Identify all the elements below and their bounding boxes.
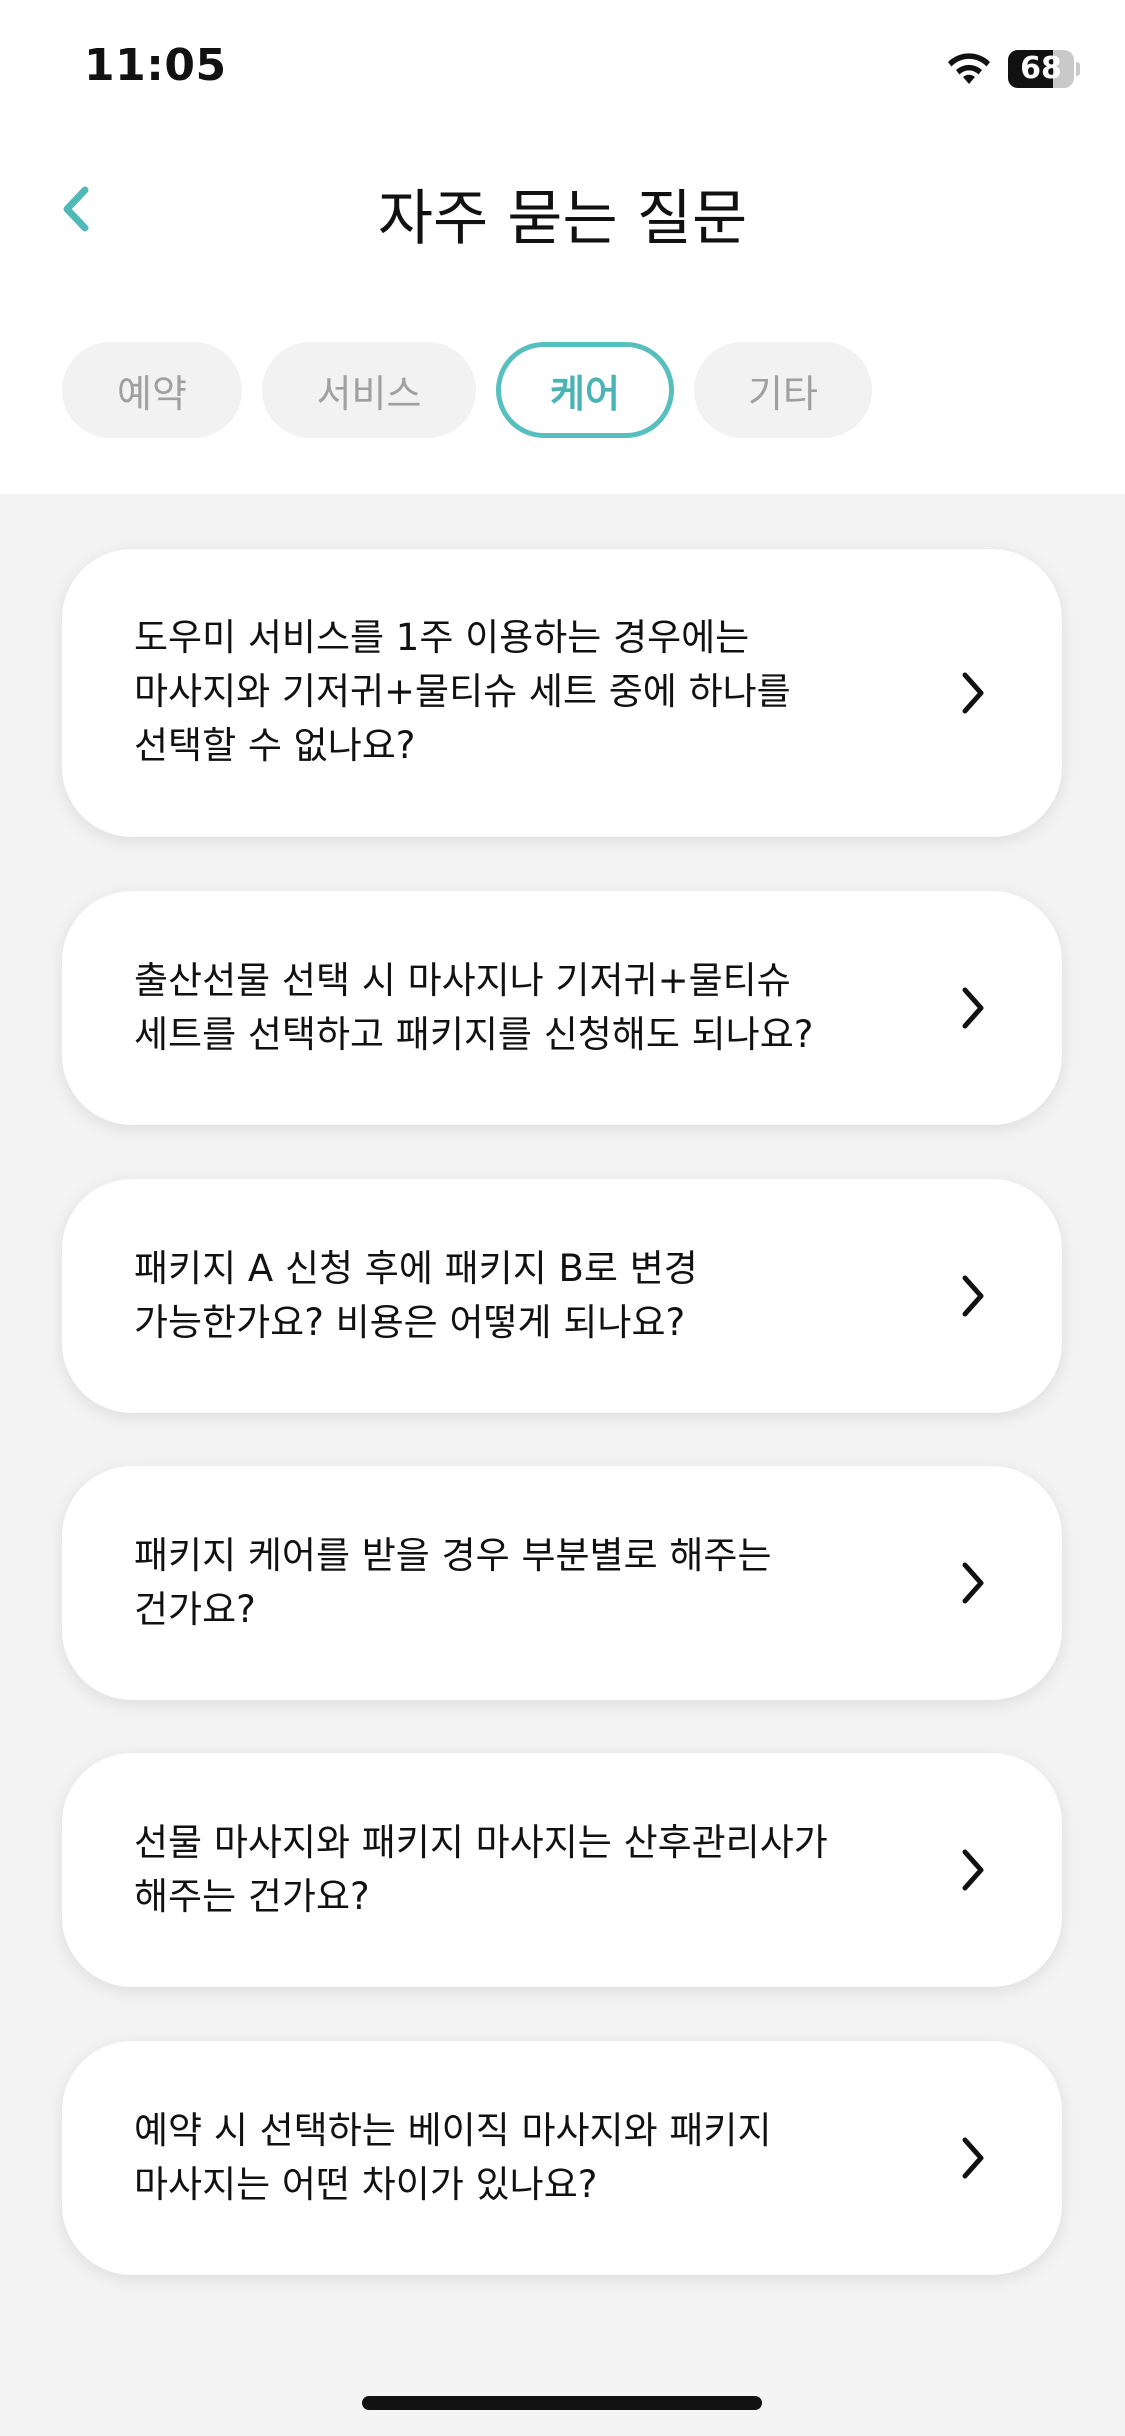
- home-indicator[interactable]: [362, 2396, 762, 2410]
- chevron-right-icon: [962, 672, 984, 714]
- faq-item[interactable]: 예약 시 선택하는 베이직 마사지와 패키지 마사지는 어떤 차이가 있나요?: [62, 2041, 1062, 2275]
- faq-list: 도우미 서비스를 1주 이용하는 경우에는 마사지와 기저귀+물티슈 세트 중에…: [0, 494, 1125, 2436]
- page-title: 자주 묻는 질문: [377, 184, 748, 254]
- chevron-right-icon: [962, 987, 984, 1029]
- faq-question: 출산선물 선택 시 마사지나 기저귀+물티슈 세트를 선택하고 패키지를 신청해…: [134, 959, 814, 1056]
- tab-label: 예약: [117, 371, 187, 416]
- chevron-right-icon: [962, 1562, 984, 1604]
- faq-question: 패키지 케어를 받을 경우 부분별로 해주는 건가요?: [134, 1534, 772, 1631]
- chevron-right-icon: [962, 2137, 984, 2179]
- faq-question: 도우미 서비스를 1주 이용하는 경우에는 마사지와 기저귀+물티슈 세트 중에…: [134, 616, 791, 767]
- battery-icon: 68: [1008, 50, 1080, 88]
- status-bar: 11:05 68: [0, 0, 1125, 140]
- battery-level: 68: [1020, 51, 1062, 86]
- faq-item[interactable]: 패키지 케어를 받을 경우 부분별로 해주는 건가요?: [62, 1466, 1062, 1700]
- faq-item[interactable]: 출산선물 선택 시 마사지나 기저귀+물티슈 세트를 선택하고 패키지를 신청해…: [62, 891, 1062, 1125]
- faq-question: 선물 마사지와 패키지 마사지는 산후관리사가 해주는 건가요?: [134, 1821, 828, 1918]
- tab-label: 케어: [550, 371, 620, 416]
- status-time: 11:05: [84, 40, 227, 91]
- faq-item[interactable]: 패키지 A 신청 후에 패키지 B로 변경 가능한가요? 비용은 어떻게 되나요…: [62, 1179, 1062, 1413]
- category-tabs: 예약 서비스 케어 기타: [62, 342, 872, 438]
- wifi-icon: [948, 53, 990, 84]
- faq-question: 패키지 A 신청 후에 패키지 B로 변경 가능한가요? 비용은 어떻게 되나요…: [134, 1247, 698, 1344]
- header: 자주 묻는 질문: [0, 140, 1125, 280]
- tab-other[interactable]: 기타: [694, 342, 872, 438]
- tab-label: 기타: [748, 371, 818, 416]
- faq-screen: 11:05 68 자주 묻는 질문 예약 서비스 케어 기타 도우미 서비스를 …: [0, 0, 1125, 2436]
- tab-care[interactable]: 케어: [496, 342, 674, 438]
- faq-question: 예약 시 선택하는 베이직 마사지와 패키지 마사지는 어떤 차이가 있나요?: [134, 2109, 772, 2206]
- tab-service[interactable]: 서비스: [262, 342, 476, 438]
- chevron-right-icon: [962, 1275, 984, 1317]
- tab-label: 서비스: [316, 371, 422, 416]
- faq-item[interactable]: 선물 마사지와 패키지 마사지는 산후관리사가 해주는 건가요?: [62, 1753, 1062, 1987]
- chevron-right-icon: [962, 1849, 984, 1891]
- faq-item[interactable]: 도우미 서비스를 1주 이용하는 경우에는 마사지와 기저귀+물티슈 세트 중에…: [62, 549, 1062, 837]
- tab-reservation[interactable]: 예약: [62, 342, 242, 438]
